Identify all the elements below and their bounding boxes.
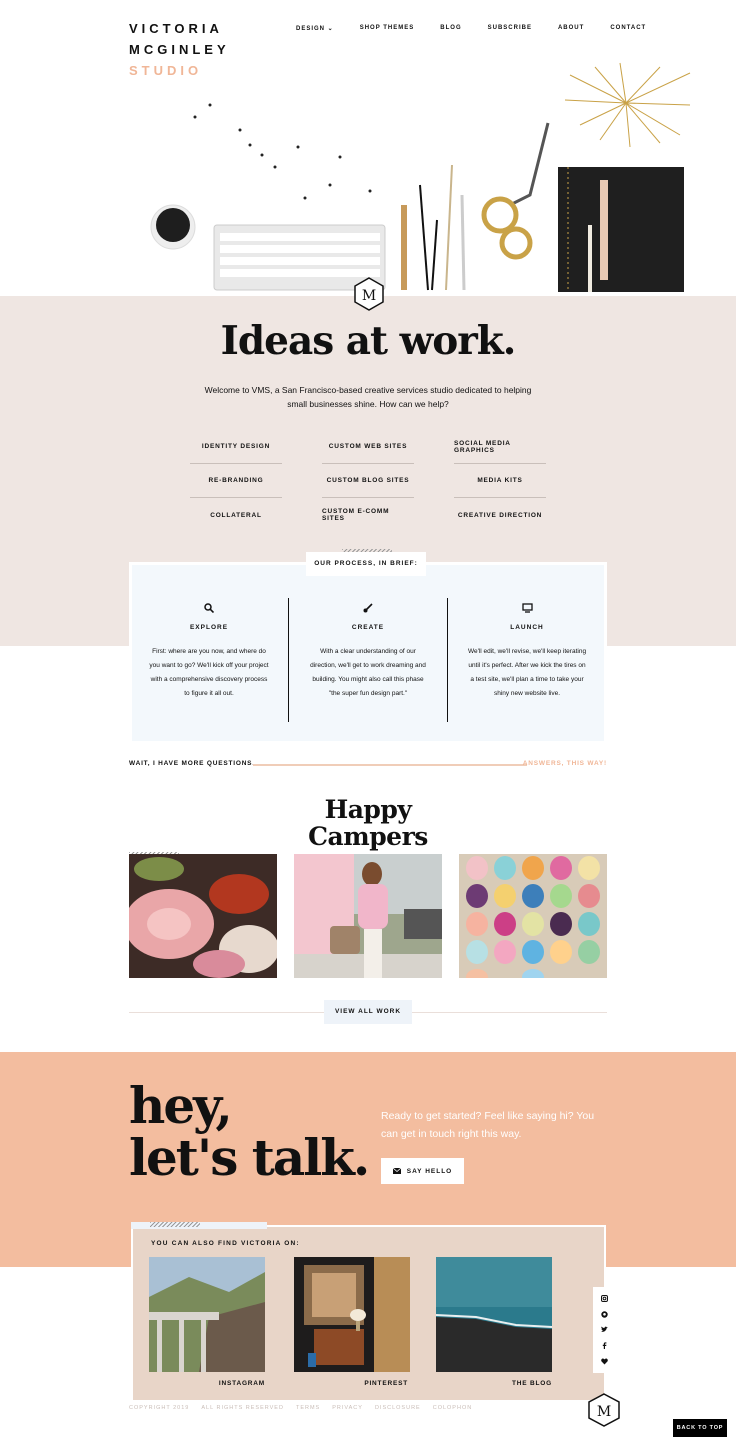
- hexagon-letter: M: [597, 1404, 611, 1420]
- service-item[interactable]: MEDIA KITS: [454, 464, 546, 498]
- service-item[interactable]: COLLATERAL: [190, 498, 282, 532]
- services-grid: IDENTITY DESIGN CUSTOM WEB SITES SOCIAL …: [190, 430, 546, 532]
- nav-contact[interactable]: CONTACT: [610, 25, 646, 32]
- hexagon-logo-icon: M: [354, 277, 384, 311]
- step-text: We'll edit, we'll revise, we'll keep ite…: [467, 648, 587, 697]
- say-hello-label: SAY HELLO: [406, 1167, 453, 1175]
- process-step-create: CREATE With a clear understanding of our…: [289, 600, 447, 701]
- arrow-line: [253, 764, 527, 766]
- service-item[interactable]: CUSTOM BLOG SITES: [322, 464, 414, 498]
- campers-title-line1: Happy: [324, 795, 412, 824]
- process-step-launch: LAUNCH We'll edit, we'll revise, we'll k…: [448, 600, 606, 701]
- answers-link[interactable]: ANSWERS, THIS WAY!: [523, 760, 607, 767]
- portfolio-fashion-image[interactable]: [294, 854, 442, 978]
- nav-subscribe[interactable]: SUBSCRIBE: [488, 25, 532, 32]
- divider: [129, 1012, 324, 1013]
- service-item[interactable]: IDENTITY DESIGN: [190, 430, 282, 464]
- pinterest-link[interactable]: PINTEREST: [292, 1380, 408, 1387]
- process-tag: OUR PROCESS, IN BRIEF:: [306, 552, 426, 576]
- nav-design[interactable]: DESIGN ⌄: [296, 25, 334, 32]
- hero-desk-image: [150, 62, 691, 292]
- footer-copyright: COPYRIGHT 2019: [129, 1405, 190, 1411]
- brush-icon: [363, 603, 373, 613]
- facebook-icon[interactable]: [601, 1342, 608, 1350]
- nav-shop-themes[interactable]: SHOP THEMES: [360, 25, 415, 32]
- footer-privacy[interactable]: PRIVACY: [332, 1405, 363, 1411]
- step-title: LAUNCH: [510, 624, 544, 631]
- instagram-link[interactable]: INSTAGRAM: [149, 1380, 265, 1387]
- pinterest-icon[interactable]: [600, 1311, 608, 1318]
- step-title: EXPLORE: [189, 624, 229, 631]
- view-all-work-button[interactable]: VIEW ALL WORK: [324, 1000, 412, 1024]
- main-nav: DESIGN ⌄ SHOP THEMES BLOG SUBSCRIBE ABOU…: [296, 25, 646, 32]
- blog-link[interactable]: THE BLOG: [436, 1380, 552, 1387]
- zigzag-decoration: [150, 1222, 200, 1227]
- campers-title-line2: Campers: [308, 822, 428, 851]
- campers-title: Happy Campers: [0, 796, 736, 850]
- ideas-intro: Welcome to VMS, a San Francisco-based cr…: [204, 385, 532, 409]
- service-item[interactable]: CREATIVE DIRECTION: [454, 498, 546, 532]
- back-to-top-button[interactable]: BACK TO TOP: [673, 1419, 727, 1437]
- instagram-thumb-image[interactable]: [149, 1257, 265, 1372]
- heart-icon[interactable]: [600, 1358, 608, 1365]
- process-step-explore: EXPLORE First: where are you now, and wh…: [130, 600, 288, 701]
- search-icon: [204, 603, 215, 614]
- step-text: First: where are you now, and where do y…: [149, 648, 269, 697]
- footer-terms[interactable]: TERMS: [296, 1405, 320, 1411]
- hexagon-logo-icon: M: [588, 1393, 620, 1427]
- footer-colophon[interactable]: COLOPHON: [433, 1405, 472, 1411]
- ideas-title: Ideas at work.: [220, 318, 517, 364]
- step-text: With a clear understanding of our direct…: [310, 648, 426, 697]
- logo-line-1: VICTORIA: [129, 21, 223, 36]
- gold-urchin: [564, 62, 691, 148]
- contact-intro: Ready to get started? Feel like saying h…: [381, 1110, 595, 1140]
- pinterest-thumb-image[interactable]: [294, 1257, 410, 1372]
- footer-disclosure[interactable]: DISCLOSURE: [375, 1405, 421, 1411]
- service-item[interactable]: CUSTOM WEB SITES: [322, 430, 414, 464]
- service-item[interactable]: RE-BRANDING: [190, 464, 282, 498]
- nav-blog[interactable]: BLOG: [440, 25, 461, 32]
- portfolio-eggs-image[interactable]: [459, 854, 607, 978]
- step-title: CREATE: [351, 624, 385, 631]
- more-questions-label: WAIT, I HAVE MORE QUESTIONS.: [129, 760, 255, 767]
- service-item[interactable]: CUSTOM E-COMM SITES: [322, 498, 414, 532]
- nav-about[interactable]: ABOUT: [558, 25, 584, 32]
- footer-rights: ALL RIGHTS RESERVED: [201, 1405, 284, 1411]
- portfolio-ribbons-image[interactable]: [129, 854, 277, 978]
- hexagon-letter: M: [362, 288, 376, 304]
- service-item[interactable]: SOCIAL MEDIA GRAPHICS: [454, 430, 546, 464]
- hey-line1: hey,: [129, 1076, 233, 1135]
- faq-link-row: WAIT, I HAVE MORE QUESTIONS. ANSWERS, TH…: [129, 760, 607, 772]
- divider: [412, 1012, 607, 1013]
- footer-links: COPYRIGHT 2019 ALL RIGHTS RESERVED TERMS…: [129, 1405, 472, 1411]
- hey-line2: let's talk.: [129, 1128, 370, 1187]
- social-label: YOU CAN ALSO FIND VICTORIA ON:: [151, 1240, 300, 1247]
- lets-talk-heading: hey, let's talk.: [129, 1076, 370, 1187]
- twitter-icon[interactable]: [600, 1326, 608, 1333]
- social-icon-bar: [593, 1287, 615, 1373]
- say-hello-button[interactable]: SAY HELLO: [381, 1158, 464, 1184]
- instagram-icon[interactable]: [600, 1295, 608, 1303]
- envelope-icon: [392, 1168, 401, 1174]
- monitor-icon: [521, 603, 533, 613]
- blog-thumb-image[interactable]: [436, 1257, 552, 1372]
